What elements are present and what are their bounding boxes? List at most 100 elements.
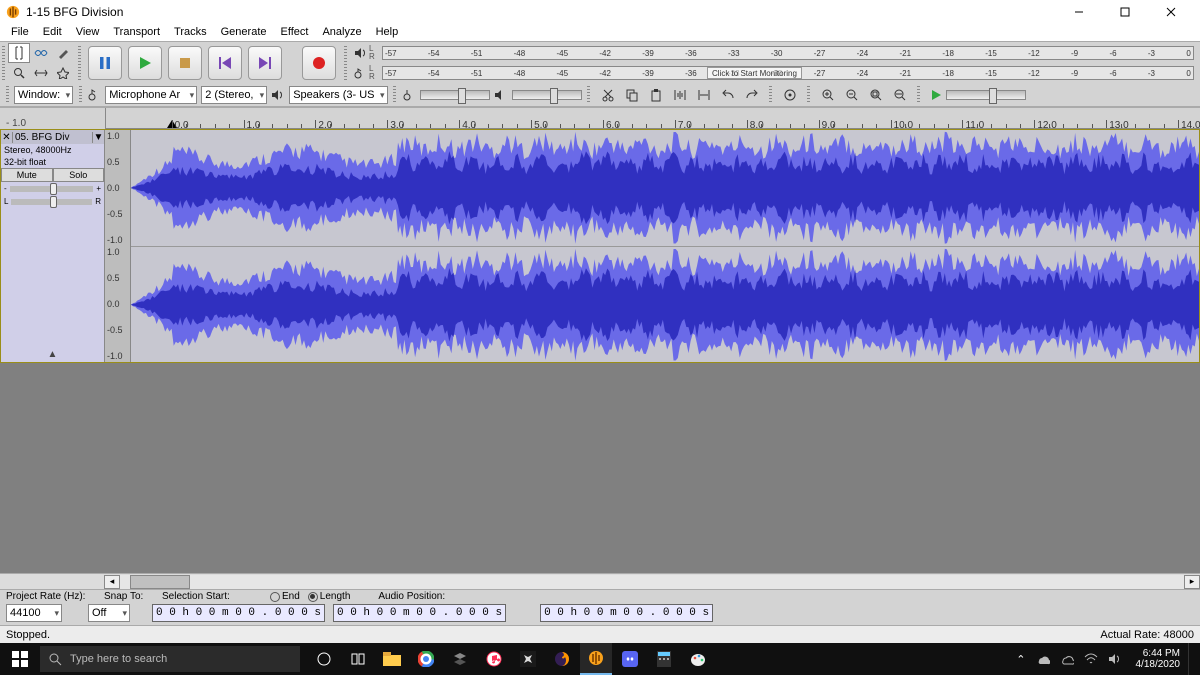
project-rate-select[interactable]: 44100 xyxy=(6,604,62,622)
explorer-icon[interactable] xyxy=(376,643,408,675)
timeshift-tool[interactable] xyxy=(30,63,52,83)
menu-effect[interactable]: Effect xyxy=(274,25,316,39)
play-volume-slider[interactable] xyxy=(512,90,582,100)
scroll-left-button[interactable]: ◂ xyxy=(104,575,120,589)
sync-lock-button[interactable] xyxy=(778,85,802,105)
menu-analyze[interactable]: Analyze xyxy=(315,25,368,39)
pan-r-label: R xyxy=(95,197,101,206)
zoom-tool[interactable] xyxy=(8,63,30,83)
record-device-select[interactable]: Microphone Ar xyxy=(105,86,197,104)
end-radio[interactable]: End xyxy=(270,591,300,602)
silence-button[interactable] xyxy=(692,85,716,105)
fit-project-button[interactable] xyxy=(888,85,912,105)
record-channels-select[interactable]: 2 (Stereo, xyxy=(201,86,267,104)
cut-button[interactable] xyxy=(596,85,620,105)
show-desktop-button[interactable] xyxy=(1188,643,1200,675)
record-button[interactable] xyxy=(302,46,336,80)
undo-button[interactable] xyxy=(716,85,740,105)
tray-cloud-icon[interactable] xyxy=(1060,652,1074,666)
length-radio[interactable]: Length xyxy=(308,591,351,602)
trim-button[interactable] xyxy=(668,85,692,105)
workspace: ✕ 05. BFG Div ▼ Stereo, 48000Hz 32-bit f… xyxy=(0,129,1200,589)
track-menu-button[interactable]: ▼ xyxy=(92,132,104,143)
app-icon xyxy=(6,5,20,19)
calculator-icon[interactable] xyxy=(648,643,680,675)
timeline-ruler[interactable]: 0.01.02.03.04.05.06.07.08.09.010.011.012… xyxy=(106,108,1200,129)
snap-to-select[interactable]: Off xyxy=(88,604,130,622)
start-button[interactable] xyxy=(0,643,40,675)
window-title: 1-15 BFG Division xyxy=(26,5,1056,19)
taskview-button[interactable] xyxy=(308,643,340,675)
firefox-icon[interactable] xyxy=(546,643,578,675)
redo-button[interactable] xyxy=(740,85,764,105)
scroll-right-button[interactable]: ▸ xyxy=(1184,575,1200,589)
foobar-icon[interactable] xyxy=(512,643,544,675)
gain-slider[interactable] xyxy=(10,186,94,192)
paint-icon[interactable] xyxy=(682,643,714,675)
track-close-button[interactable]: ✕ xyxy=(1,132,13,143)
playback-meter[interactable]: -57-54-51-48-45-42-39-36-33-30-27-24-21-… xyxy=(382,46,1194,60)
maximize-button[interactable] xyxy=(1102,0,1148,23)
skip-end-button[interactable] xyxy=(248,46,282,80)
close-button[interactable] xyxy=(1148,0,1194,23)
status-bar: Stopped. Actual Rate: 48000 xyxy=(0,625,1200,643)
system-tray[interactable]: ⌃ xyxy=(1008,652,1127,666)
scrollbar-thumb[interactable] xyxy=(130,575,190,589)
menu-file[interactable]: File xyxy=(4,25,36,39)
paste-button[interactable] xyxy=(644,85,668,105)
waveform-left[interactable] xyxy=(131,130,1199,247)
selection-length-time[interactable]: 0 0 h 0 0 m 0 0 . 0 0 0 s xyxy=(333,604,506,622)
chrome-icon[interactable] xyxy=(410,643,442,675)
menu-transport[interactable]: Transport xyxy=(106,25,167,39)
play-button[interactable] xyxy=(128,46,162,80)
meter-start-monitor[interactable]: Click to Start Monitoring xyxy=(707,67,802,79)
taskbar-clock[interactable]: 6:44 PM 4/18/2020 xyxy=(1128,648,1189,670)
app-stack-icon[interactable] xyxy=(444,643,476,675)
copy-button[interactable] xyxy=(620,85,644,105)
menu-tracks[interactable]: Tracks xyxy=(167,25,214,39)
menu-generate[interactable]: Generate xyxy=(214,25,274,39)
audacity-taskbar-icon[interactable] xyxy=(580,643,612,675)
stop-button[interactable] xyxy=(168,46,202,80)
selection-tool[interactable] xyxy=(8,43,30,63)
taskbar-search[interactable]: Type here to search xyxy=(40,646,300,672)
envelope-tool[interactable] xyxy=(30,43,52,63)
itunes-icon[interactable] xyxy=(478,643,510,675)
mute-button[interactable]: Mute xyxy=(1,168,53,182)
menu-help[interactable]: Help xyxy=(369,25,406,39)
menu-edit[interactable]: Edit xyxy=(36,25,69,39)
empty-track-area[interactable] xyxy=(0,363,1200,573)
discord-icon[interactable] xyxy=(614,643,646,675)
menu-view[interactable]: View xyxy=(69,25,107,39)
audio-position-time[interactable]: 0 0 h 0 0 m 0 0 . 0 0 0 s xyxy=(540,604,713,622)
waveform-right[interactable] xyxy=(131,247,1199,363)
tray-chevron-icon[interactable]: ⌃ xyxy=(1016,653,1025,666)
play-meter-icon[interactable] xyxy=(354,47,366,59)
skip-start-button[interactable] xyxy=(208,46,242,80)
track-name[interactable]: 05. BFG Div xyxy=(13,132,92,143)
pan-slider[interactable] xyxy=(11,199,92,205)
record-meter[interactable]: -57-54-51-48-45-42-39-36-33-30-27-24-21-… xyxy=(382,66,1194,80)
audio-host-select[interactable]: Window: xyxy=(14,86,73,104)
record-volume-slider[interactable] xyxy=(420,90,490,100)
zoom-out-button[interactable] xyxy=(840,85,864,105)
selection-start-time[interactable]: 0 0 h 0 0 m 0 0 . 0 0 0 s xyxy=(152,604,325,622)
horizontal-scrollbar[interactable] xyxy=(120,575,1184,589)
track-collapse-button[interactable]: ▲ xyxy=(1,347,104,362)
play-at-speed-button[interactable] xyxy=(926,85,946,105)
multi-tool[interactable] xyxy=(52,63,74,83)
solo-button[interactable]: Solo xyxy=(53,168,105,182)
cortana-button[interactable] xyxy=(342,643,374,675)
rec-meter-icon[interactable] xyxy=(354,67,366,79)
play-device-select[interactable]: Speakers (3- US xyxy=(289,86,387,104)
fit-selection-button[interactable] xyxy=(864,85,888,105)
tray-onedrive-icon[interactable] xyxy=(1036,652,1050,666)
zoom-in-button[interactable] xyxy=(816,85,840,105)
track-control-panel[interactable]: ✕ 05. BFG Div ▼ Stereo, 48000Hz 32-bit f… xyxy=(1,130,105,362)
playback-speed-slider[interactable] xyxy=(946,90,1026,100)
tray-volume-icon[interactable] xyxy=(1108,652,1120,666)
tray-wifi-icon[interactable] xyxy=(1084,653,1098,665)
draw-tool[interactable] xyxy=(52,43,74,63)
minimize-button[interactable] xyxy=(1056,0,1102,23)
pause-button[interactable] xyxy=(88,46,122,80)
